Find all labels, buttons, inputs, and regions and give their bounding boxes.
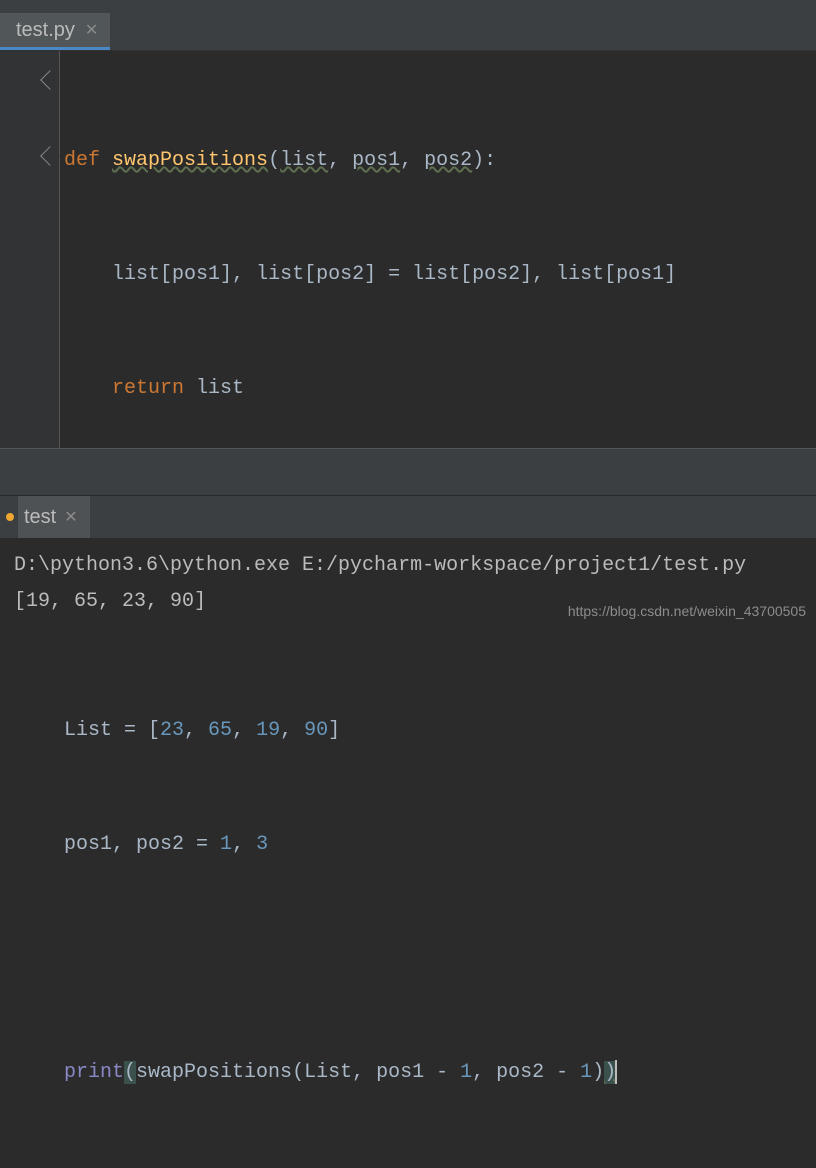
keyword-return: return [112, 377, 184, 400]
builtin-print: print [64, 1061, 124, 1084]
watermark-text: https://blog.csdn.net/weixin_43700505 [568, 603, 806, 619]
param: pos1 [352, 149, 400, 172]
run-status-icon [6, 513, 14, 521]
code-line: def swapPositions(list, pos1, pos2): [60, 142, 816, 180]
number: 1 [220, 833, 232, 856]
code-text: list[pos1] [556, 263, 676, 286]
code-text: pos2 - [496, 1061, 580, 1084]
function-name: swapPositions [112, 149, 268, 172]
code-text: swapPositions [136, 1061, 292, 1084]
titlebar-spacer [0, 0, 816, 13]
number: 90 [304, 719, 328, 742]
number: 19 [256, 719, 280, 742]
code-line [60, 484, 816, 522]
fold-handle-icon[interactable] [40, 146, 60, 166]
code-text: pos2 = [136, 833, 220, 856]
caret [615, 1060, 617, 1084]
code-text: list [196, 377, 244, 400]
editor: def swapPositions(list, pos1, pos2): lis… [0, 50, 816, 448]
code-text: List [304, 1061, 352, 1084]
code-text: pos1 - [376, 1061, 460, 1084]
code-text: list[pos1] [112, 263, 232, 286]
gutter[interactable] [0, 51, 60, 448]
code-line: list[pos1], list[pos2] = list[pos2], lis… [60, 256, 816, 294]
number: 1 [460, 1061, 472, 1084]
fold-handle-icon[interactable] [40, 70, 60, 90]
editor-tab[interactable]: test.py ✕ [0, 13, 110, 50]
code-line: print(swapPositions(List, pos1 - 1, pos2… [60, 1054, 816, 1092]
number: 23 [160, 719, 184, 742]
code-line: pos1, pos2 = 1, 3 [60, 826, 816, 864]
code-text: pos1 [64, 833, 112, 856]
code-line: return list [60, 370, 816, 408]
code-area[interactable]: def swapPositions(list, pos1, pos2): lis… [60, 51, 816, 448]
number: 1 [580, 1061, 592, 1084]
param: pos2 [424, 149, 472, 172]
code-text: list[pos2] = list[pos2] [256, 263, 532, 286]
number: 65 [208, 719, 232, 742]
keyword-def: def [64, 149, 100, 172]
code-line [60, 940, 816, 978]
code-line: List = [23, 65, 19, 90] [60, 712, 816, 750]
param: list [280, 149, 328, 172]
run-tab-label: test [24, 506, 56, 529]
editor-tab-label: test.py [16, 19, 75, 42]
close-icon[interactable]: ✕ [85, 20, 98, 40]
code-text: List = [ [64, 719, 160, 742]
paren-highlight: ( [124, 1061, 136, 1084]
number: 3 [256, 833, 268, 856]
editor-tab-bar: test.py ✕ [0, 13, 816, 50]
